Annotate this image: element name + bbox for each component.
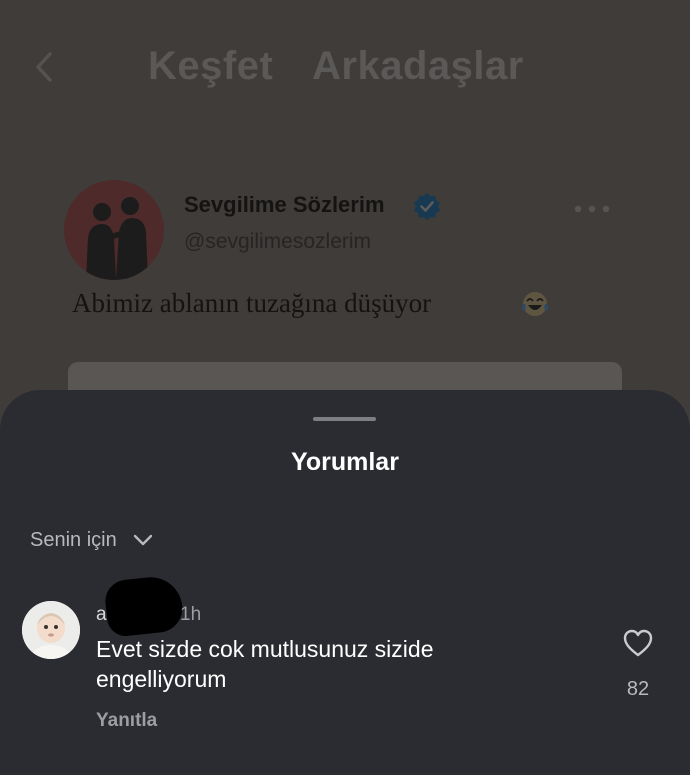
author-handle: @sevgilimesozlerim bbox=[184, 230, 372, 253]
author-avatar[interactable] bbox=[64, 180, 164, 280]
username-redaction bbox=[103, 574, 185, 638]
avatar[interactable] bbox=[22, 601, 80, 659]
comment-filter-dropdown[interactable]: Senin için bbox=[30, 527, 154, 553]
reply-button[interactable]: Yanıtla bbox=[96, 710, 157, 732]
filter-label: Senin için bbox=[30, 528, 117, 551]
author-name[interactable]: Sevgilime Sözlerim bbox=[184, 192, 385, 218]
like-count: 82 bbox=[626, 678, 650, 700]
heart-icon[interactable] bbox=[622, 628, 654, 658]
tab-arkadaslar[interactable]: Arkadaşlar bbox=[312, 44, 524, 89]
chevron-down-icon bbox=[133, 534, 152, 546]
more-horizontal-icon[interactable] bbox=[572, 204, 612, 214]
comment-timestamp: 1h bbox=[180, 604, 202, 625]
comment-text: Evet sizde cok mutlusunuz sizide engelli… bbox=[96, 636, 434, 692]
baby-photo-icon bbox=[22, 601, 80, 659]
post-text: Abimiz ablanın tuzağına düşüyor bbox=[72, 288, 432, 318]
tears-of-joy-emoji-icon bbox=[522, 292, 548, 316]
sheet-drag-handle[interactable] bbox=[313, 417, 376, 421]
couple-silhouette-icon bbox=[86, 197, 148, 280]
tab-kesfet[interactable]: Keşfet bbox=[148, 44, 273, 89]
sheet-title: Yorumlar bbox=[291, 448, 399, 476]
comments-sheet: Yorumlar Senin için a 1h Evet sizde cok … bbox=[0, 390, 690, 775]
chevron-left-icon[interactable] bbox=[30, 50, 60, 84]
verified-badge-icon bbox=[414, 193, 440, 220]
